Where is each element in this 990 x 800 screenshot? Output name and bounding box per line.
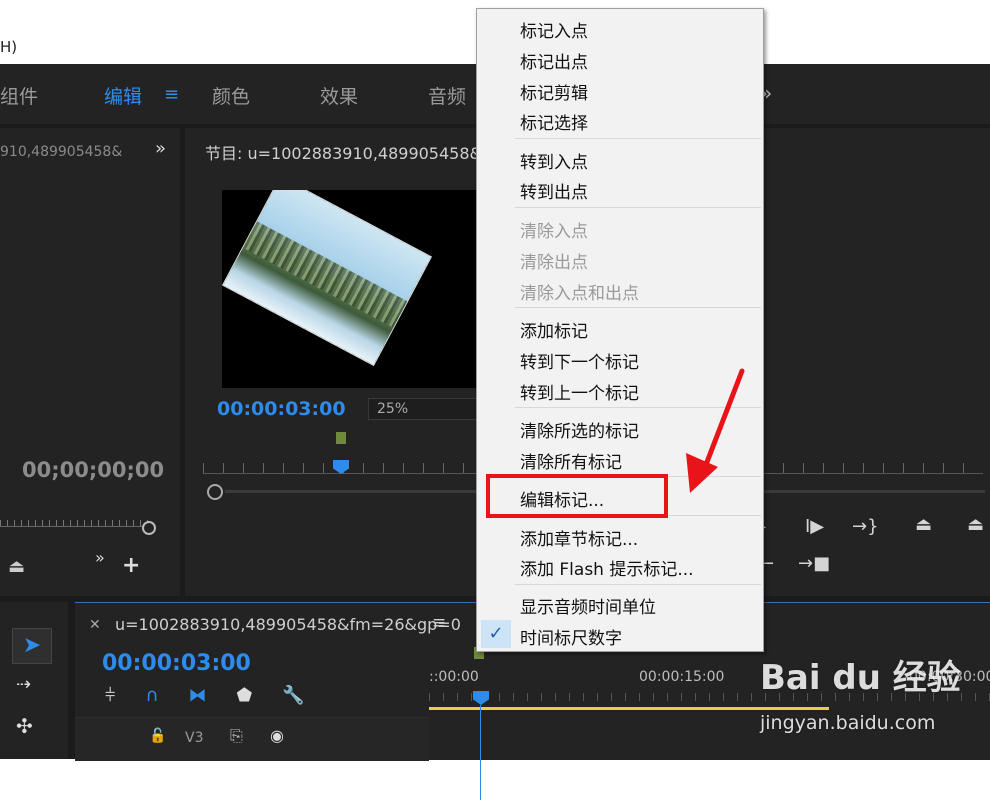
selection-tool-icon[interactable]: ➤: [12, 628, 52, 664]
ripple-edit-tool-icon[interactable]: ✣: [16, 714, 33, 738]
linked-selection-icon[interactable]: ⧓: [189, 685, 207, 706]
menu-separator: [515, 307, 761, 308]
menu-fragment[interactable]: H): [0, 38, 17, 56]
track-name: V3: [185, 730, 204, 746]
tab-assembly[interactable]: 组件: [0, 82, 38, 109]
menu-separator: [515, 584, 761, 585]
program-timecode[interactable]: 00:00:03:00: [217, 398, 346, 420]
ruler-label: ::00:00: [429, 669, 479, 685]
close-icon[interactable]: ✕: [89, 617, 101, 633]
go-to-out-icon[interactable]: →}: [852, 516, 879, 537]
zoom-select[interactable]: 25%: [368, 398, 488, 420]
baidu-watermark-logo: Bai du 经验: [760, 658, 961, 698]
chevron-right-icon[interactable]: »: [95, 548, 105, 567]
timeline-timecode[interactable]: 00:00:03:00: [102, 651, 251, 676]
menu-item-add-flash-marker[interactable]: 添加 Flash 提示标记...: [520, 555, 694, 580]
menu-item-clear-out: 清除出点: [520, 253, 588, 273]
nest-icon[interactable]: ⫩: [105, 685, 115, 706]
ruler-label: 00:00:15:00: [639, 669, 725, 685]
tab-audio[interactable]: 音频: [428, 82, 466, 109]
eye-icon[interactable]: ◉: [270, 726, 284, 745]
plus-icon[interactable]: +: [122, 553, 140, 578]
lift-icon[interactable]: ⏏: [915, 514, 932, 535]
snap-magnet-icon[interactable]: ∩: [145, 685, 158, 706]
menu-item-add-marker[interactable]: 添加标记: [520, 317, 588, 342]
playhead-line: [480, 705, 481, 800]
menu-item-mark-selection[interactable]: 标记选择: [520, 109, 588, 134]
hamburger-icon[interactable]: ≡: [164, 84, 179, 105]
video-image: [223, 190, 431, 365]
arrow-annotation-icon: [686, 368, 745, 493]
menu-item-clear-in-out: 清除入点和出点: [520, 284, 639, 304]
tab-editing[interactable]: 编辑: [104, 82, 142, 109]
menu-item-add-chapter-marker[interactable]: 添加章节标记...: [520, 525, 638, 550]
source-title[interactable]: 910,489905458&: [0, 144, 122, 160]
highlight-box: [486, 474, 668, 518]
sync-lock-icon[interactable]: ⎘: [230, 726, 243, 746]
track-header-v3: 🔓 V3 ⎘ ◉: [75, 717, 429, 761]
track-select-tool-icon[interactable]: ⇢: [16, 674, 31, 695]
lock-icon[interactable]: 🔓: [149, 728, 166, 744]
export-frame-icon[interactable]: ⏏: [8, 556, 25, 577]
menu-item-go-to-in[interactable]: 转到入点: [520, 148, 588, 173]
context-menu: 标记入点 标记出点 标记剪辑 标记选择 转到入点 转到出点 清除入点 清除出点 …: [476, 8, 764, 652]
source-monitor: 910,489905458& » 00;00;00;00 ⏏ » +: [0, 128, 180, 596]
work-area-bar[interactable]: [429, 707, 829, 710]
menu-item-go-to-out[interactable]: 转到出点: [520, 178, 588, 203]
wrench-icon[interactable]: 🔧: [282, 685, 304, 706]
sequence-tab[interactable]: u=1002883910,489905458&fm=26&gp=0: [115, 615, 461, 634]
watermark-url: jingyan.baidu.com: [760, 712, 936, 734]
menu-separator: [515, 138, 761, 139]
tools-panel: ➤ ⇢ ✣: [0, 602, 68, 759]
menu-item-mark-in[interactable]: 标记入点: [520, 17, 588, 42]
program-scroll-handle[interactable]: [207, 484, 223, 500]
source-timecode[interactable]: 00;00;00;00: [22, 458, 164, 482]
tab-effects[interactable]: 效果: [320, 82, 358, 109]
program-title[interactable]: 节目: u=1002883910,489905458&fm: [205, 140, 503, 164]
menu-item-mark-clip[interactable]: 标记剪辑: [520, 79, 588, 104]
tab-color[interactable]: 颜色: [212, 82, 250, 109]
playhead-icon[interactable]: [473, 691, 489, 705]
timeline-toolbar: ⫩ ∩ ⧓ ⬟ 🔧: [105, 685, 305, 706]
menu-item-next-marker[interactable]: 转到下一个标记: [520, 348, 639, 373]
menu-item-show-audio-units[interactable]: 显示音频时间单位: [520, 593, 656, 618]
menu-item-previous-marker[interactable]: 转到上一个标记: [520, 379, 639, 404]
menu-item-clear-all-markers[interactable]: 清除所有标记: [520, 448, 622, 473]
source-ruler[interactable]: [0, 520, 150, 527]
add-marker-icon[interactable]: ⬟: [237, 685, 253, 706]
menu-item-mark-out[interactable]: 标记出点: [520, 48, 588, 73]
chevron-right-icon[interactable]: »: [155, 138, 166, 159]
source-scroll-handle[interactable]: [142, 521, 156, 535]
extract-icon[interactable]: ⏏: [967, 514, 984, 535]
menu-item-clear-in: 清除入点: [520, 222, 588, 242]
step-forward-icon[interactable]: I▶: [805, 516, 824, 537]
menu-separator: [515, 207, 761, 208]
menu-item-clear-selected-markers[interactable]: 清除所选的标记: [520, 417, 639, 442]
checkmark-icon: ✓: [481, 620, 511, 648]
hamburger-icon[interactable]: ≡: [432, 613, 446, 633]
menu-item-time-ruler-numbers[interactable]: 时间标尺数字: [520, 624, 622, 649]
marker-icon[interactable]: [336, 432, 346, 444]
overwrite-icon[interactable]: →■: [798, 553, 830, 574]
video-preview[interactable]: [222, 190, 482, 388]
